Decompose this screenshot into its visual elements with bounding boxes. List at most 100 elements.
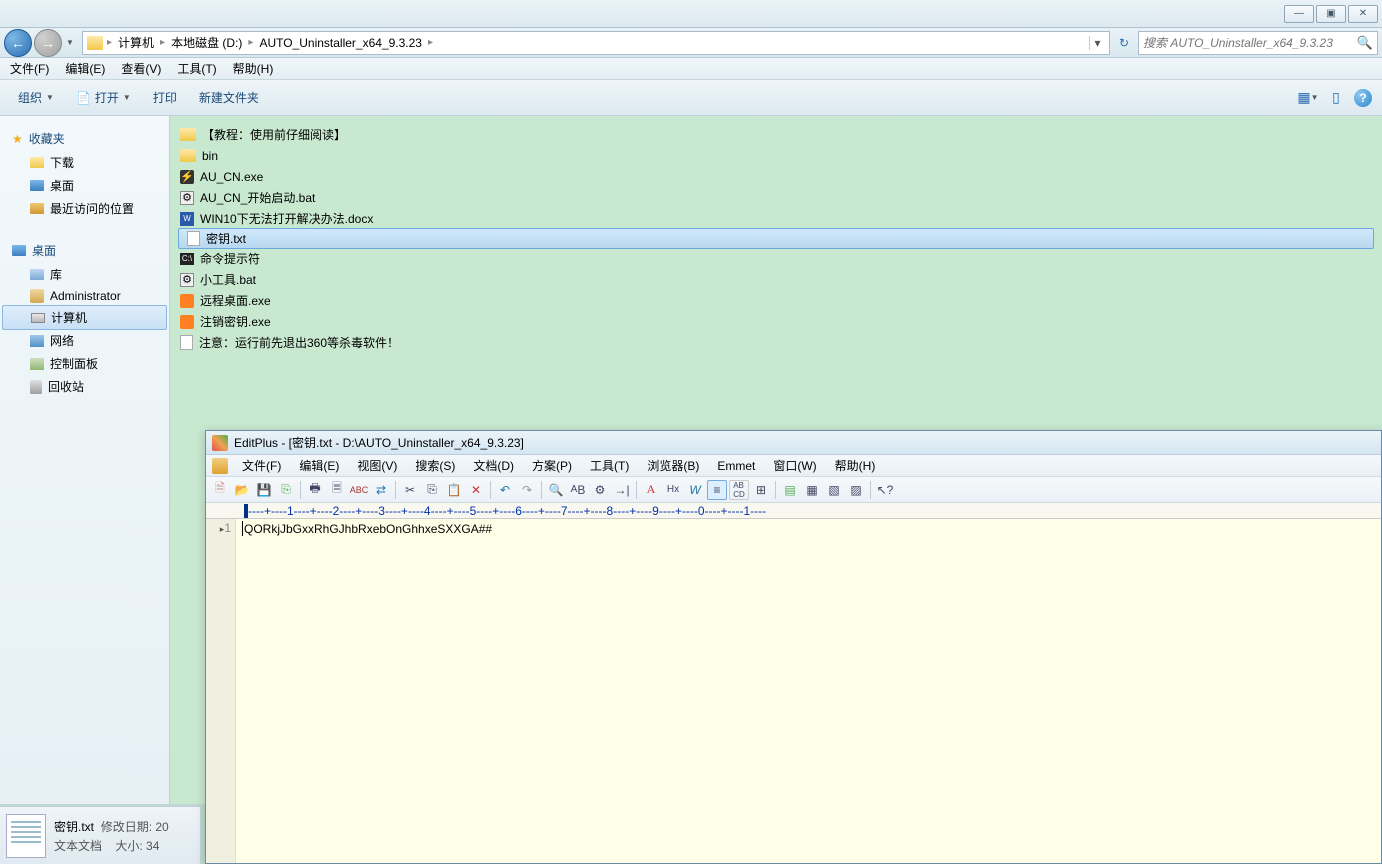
search-box[interactable]: 🔍	[1138, 31, 1378, 55]
menu-help[interactable]: 帮助(H)	[229, 58, 278, 79]
preview-pane-icon[interactable]: ▯	[1326, 88, 1346, 108]
file-row[interactable]: 注销密钥.exe	[170, 311, 1382, 332]
file-row[interactable]: C:\命令提示符	[170, 248, 1382, 269]
organize-button[interactable]: 组织▼	[10, 85, 62, 110]
sidebar-item-desktop-fav[interactable]: 桌面	[0, 174, 169, 197]
ep-menu-search[interactable]: 搜索(S)	[411, 455, 459, 476]
file-row[interactable]: bin	[170, 145, 1382, 166]
copy-icon[interactable]: ⎘	[422, 480, 442, 500]
find-in-files-icon[interactable]: ⚙	[590, 480, 610, 500]
newfolder-button[interactable]: 新建文件夹	[191, 85, 267, 110]
nav-history-dropdown[interactable]: ▼	[64, 29, 76, 57]
file-row[interactable]: WWIN10下无法打开解决办法.docx	[170, 208, 1382, 229]
ep-menu-file[interactable]: 文件(F)	[238, 455, 285, 476]
forward-button[interactable]: →	[34, 29, 62, 57]
new-file-icon[interactable]: 🗎	[210, 480, 230, 500]
ep-menu-edit[interactable]: 编辑(E)	[295, 455, 343, 476]
undo-icon[interactable]: ↶	[495, 480, 515, 500]
file-row[interactable]: 远程桌面.exe	[170, 290, 1382, 311]
sidebar-item-controlpanel[interactable]: 控制面板	[0, 352, 169, 375]
sidebar-item-network[interactable]: 网络	[0, 329, 169, 352]
paste-icon[interactable]: 📋	[444, 480, 464, 500]
editplus-toolbar: 🗎 📂 💾 ⎘ 🖶 🗏 ABC ⇄ ✂ ⎘ 📋 ✕ ↶ ↷ 🔍 AB ⚙ →| …	[206, 477, 1381, 503]
file-row[interactable]: ⚡AU_CN.exe	[170, 166, 1382, 187]
back-button[interactable]: ←	[4, 29, 32, 57]
search-input[interactable]	[1143, 36, 1357, 50]
replace-icon[interactable]: AB	[568, 480, 588, 500]
ruler-icon[interactable]: ⊞	[751, 480, 771, 500]
print-preview-icon[interactable]: 🗏	[327, 480, 347, 500]
delete-icon[interactable]: ✕	[466, 480, 486, 500]
desktop-icon	[30, 180, 44, 191]
goto-icon[interactable]: →|	[612, 480, 632, 500]
ep-menu-help[interactable]: 帮助(H)	[831, 455, 880, 476]
help-cursor-icon[interactable]: ↖?	[875, 480, 895, 500]
print-button[interactable]: 打印	[145, 85, 185, 110]
font-icon[interactable]: A	[641, 480, 661, 500]
print-icon[interactable]: 🖶	[305, 480, 325, 500]
maximize-button[interactable]: ▣	[1316, 5, 1346, 23]
linenumber-icon[interactable]: ≡	[707, 480, 727, 500]
ep-menu-emmet[interactable]: Emmet	[713, 457, 759, 475]
breadcrumb-item-drive[interactable]: 本地磁盘 (D:)	[169, 34, 244, 51]
clip-library-icon[interactable]: ▧	[824, 480, 844, 500]
editor-text[interactable]: QORkjJbGxxRhGJhbRxebOnGhhxeSXXGA##	[236, 519, 498, 863]
ep-menu-browser[interactable]: 浏览器(B)	[643, 455, 703, 476]
ep-menu-window[interactable]: 窗口(W)	[769, 455, 820, 476]
sidebar-desktop-header[interactable]: 桌面	[0, 238, 169, 263]
address-bar-row: ← → ▼ ▸ 计算机 ▸ 本地磁盘 (D:) ▸ AUTO_Uninstall…	[0, 28, 1382, 58]
search-icon[interactable]: 🔍	[1357, 35, 1373, 51]
help-icon[interactable]: ?	[1354, 89, 1372, 107]
breadcrumb-item-folder[interactable]: AUTO_Uninstaller_x64_9.3.23	[257, 36, 424, 50]
save-icon[interactable]: 💾	[254, 480, 274, 500]
menu-file[interactable]: 文件(F)	[6, 58, 53, 79]
file-row[interactable]: ⚙小工具.bat	[170, 269, 1382, 290]
star-icon: ★	[12, 132, 23, 146]
sidebar-item-admin[interactable]: Administrator	[0, 286, 169, 306]
open-file-icon[interactable]: 📂	[232, 480, 252, 500]
sidebar-item-recent[interactable]: 最近访问的位置	[0, 197, 169, 220]
file-row[interactable]: ⚙AU_CN_开始启动.bat	[170, 187, 1382, 208]
find-icon[interactable]: 🔍	[546, 480, 566, 500]
editplus-editor[interactable]: ▸1 QORkjJbGxxRhGJhbRxebOnGhhxeSXXGA##	[206, 519, 1381, 863]
next-bookmark-icon[interactable]: ▦	[802, 480, 822, 500]
sidebar-favorites-header[interactable]: ★收藏夹	[0, 126, 169, 151]
file-row[interactable]: 注意：运行前先退出360等杀毒软件！	[170, 332, 1382, 353]
breadcrumb-item-computer[interactable]: 计算机	[116, 34, 156, 51]
directory-icon[interactable]: ▨	[846, 480, 866, 500]
breadcrumb[interactable]: ▸ 计算机 ▸ 本地磁盘 (D:) ▸ AUTO_Uninstaller_x64…	[82, 31, 1110, 55]
sidebar-item-recyclebin[interactable]: 回收站	[0, 375, 169, 398]
bookmark-icon[interactable]: ▤	[780, 480, 800, 500]
view-options-icon[interactable]: ▦ ▼	[1298, 88, 1318, 108]
file-row[interactable]: 【教程：使用前仔细阅读】	[170, 124, 1382, 145]
ep-menu-project[interactable]: 方案(P)	[528, 455, 576, 476]
open-button[interactable]: 📄打开▼	[68, 85, 139, 110]
network-icon	[30, 335, 44, 347]
cut-icon[interactable]: ✂	[400, 480, 420, 500]
file-name: 远程桌面.exe	[200, 292, 271, 309]
editplus-titlebar[interactable]: EditPlus - [密钥.txt - D:\AUTO_Uninstaller…	[206, 431, 1381, 455]
browser-icon[interactable]: ⇄	[371, 480, 391, 500]
minimize-button[interactable]: —	[1284, 5, 1314, 23]
close-button[interactable]: ✕	[1348, 5, 1378, 23]
save-all-icon[interactable]: ⎘	[276, 480, 296, 500]
hex-icon[interactable]: Hx	[663, 480, 683, 500]
menu-edit[interactable]: 编辑(E)	[61, 58, 109, 79]
breadcrumb-dropdown[interactable]: ▾	[1089, 36, 1105, 50]
sidebar-item-computer[interactable]: 计算机	[2, 305, 167, 330]
menu-view[interactable]: 查看(V)	[117, 58, 165, 79]
sidebar: ★收藏夹 下载 桌面 最近访问的位置 桌面 库 Administrator 计算…	[0, 116, 170, 804]
menu-tools[interactable]: 工具(T)	[173, 58, 220, 79]
explorer-toolbar: 组织▼ 📄打开▼ 打印 新建文件夹 ▦ ▼ ▯ ?	[0, 80, 1382, 116]
wordwrap-icon[interactable]: W	[685, 480, 705, 500]
sidebar-item-libraries[interactable]: 库	[0, 263, 169, 286]
refresh-button[interactable]: ↻	[1112, 31, 1136, 55]
ep-menu-document[interactable]: 文档(D)	[469, 455, 518, 476]
column-marker-icon[interactable]: ABCD	[729, 480, 749, 500]
spellcheck-icon[interactable]: ABC	[349, 480, 369, 500]
file-row[interactable]: 密钥.txt	[178, 228, 1374, 249]
ep-menu-view[interactable]: 视图(V)	[353, 455, 401, 476]
redo-icon[interactable]: ↷	[517, 480, 537, 500]
sidebar-item-downloads[interactable]: 下载	[0, 151, 169, 174]
ep-menu-tools[interactable]: 工具(T)	[586, 455, 633, 476]
